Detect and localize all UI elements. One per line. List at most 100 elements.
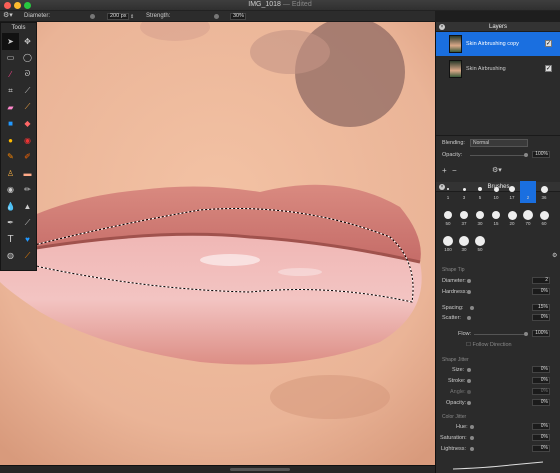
brush-tip-icon (443, 236, 453, 246)
add-layer-button[interactable]: + (442, 166, 447, 175)
hardness-field[interactable]: 0% (532, 288, 550, 295)
hue-jitter-field[interactable]: 0% (532, 423, 550, 430)
crop-icon[interactable]: ⌗ (2, 83, 19, 100)
flow-slider[interactable] (524, 332, 528, 336)
lightness-jitter-field[interactable]: 0% (532, 445, 550, 452)
saturation-jitter-field[interactable]: 0% (532, 434, 550, 441)
strength-field[interactable]: 30% (230, 13, 246, 20)
brush-tip-icon (507, 210, 517, 220)
brush-stroke-preview (452, 461, 544, 470)
horizontal-scrollbar[interactable] (0, 465, 435, 473)
shape-tip-title: Shape Tip (442, 267, 465, 273)
paint-bucket-icon[interactable]: ■ (2, 116, 19, 133)
diameter-field[interactable]: 200 px (107, 13, 129, 20)
zoom-icon[interactable]: ◍ (2, 248, 19, 265)
stroke-jitter-slider[interactable] (467, 379, 471, 383)
clone-stamp-icon[interactable]: ♙ (2, 165, 19, 182)
text-tool-icon[interactable]: T (2, 231, 19, 248)
brush-tip-icon (476, 211, 484, 219)
size-jitter-field[interactable]: 0% (532, 366, 550, 373)
angle-jitter-slider[interactable] (467, 390, 471, 394)
hardness-slider[interactable] (467, 290, 471, 294)
gradient-icon[interactable]: ◆ (19, 116, 36, 133)
angle-label: Angle: (450, 389, 466, 395)
scatter-slider[interactable] (467, 316, 471, 320)
brush-tip-icon (509, 186, 515, 192)
spacing-slider[interactable] (470, 306, 474, 310)
remove-layer-button[interactable]: − (452, 166, 457, 175)
arrange-tool-icon[interactable]: ✥ (19, 33, 36, 50)
image-canvas[interactable] (0, 22, 435, 465)
brush-size-label: 50 (477, 247, 483, 252)
layer-visibility-checkbox[interactable]: ✓ (545, 65, 552, 72)
move-tool-icon[interactable]: ➤ (2, 33, 19, 50)
brush-size-label: 2 (526, 195, 530, 200)
diameter-slider-knob[interactable] (90, 14, 95, 19)
opacity-jitter-field[interactable]: 0% (532, 399, 550, 406)
scatter-label: Scatter: (442, 315, 461, 321)
lightness-jitter-slider[interactable] (470, 447, 474, 451)
color-wheel-icon[interactable]: ◉ (19, 132, 36, 149)
brush-tip-icon (460, 211, 468, 219)
scrollbar-thumb[interactable] (230, 468, 290, 471)
layer-opacity-slider[interactable] (524, 153, 528, 157)
brush-size-label: 30 (477, 221, 483, 226)
sharpen-icon[interactable]: ✏ (19, 182, 36, 199)
strength-label: Strength: (146, 13, 171, 19)
blur-drop-icon[interactable]: 💧 (2, 198, 19, 215)
red-eye-icon[interactable]: ◉ (2, 182, 19, 199)
follow-direction-checkbox[interactable]: ☐ Follow Direction (466, 342, 512, 348)
marker-icon[interactable]: ✐ (19, 149, 36, 166)
brush-settings-gear-icon[interactable]: ⚙ (552, 252, 557, 259)
magic-wand-icon[interactable]: ⁄ (2, 66, 19, 83)
gear-icon[interactable]: ⚙▾ (3, 11, 13, 19)
color-brush-icon[interactable]: ⟋ (19, 248, 36, 265)
shape-jitter-title: Shape Jitter (442, 357, 469, 363)
brush-size-label: 36 (541, 195, 547, 200)
layer-row-copy[interactable]: Skin Airbrushing copy ✓ (436, 32, 560, 56)
blending-select[interactable]: Normal (470, 139, 528, 147)
brush-tip-icon (475, 236, 485, 246)
slice-icon[interactable]: ⟋ (19, 83, 36, 100)
stroke-jitter-field[interactable]: 0% (532, 377, 550, 384)
brush-size-label: 10 (493, 195, 499, 200)
eraser-icon[interactable]: ▰ (2, 99, 19, 116)
lasso-icon[interactable]: ᘐ (19, 66, 36, 83)
flow-label: Flow: (458, 331, 472, 337)
close-icon[interactable]: × (439, 24, 445, 30)
diameter-label: Diameter: (442, 278, 466, 284)
scatter-field[interactable]: 0% (532, 314, 550, 321)
hue-jitter-slider[interactable] (470, 425, 474, 429)
ellipse-select-icon[interactable]: ◯ (19, 50, 36, 67)
diameter-field[interactable]: 2 (532, 277, 550, 284)
brush-size-label: 37 (461, 221, 467, 226)
flow-field[interactable]: 100% (532, 330, 550, 337)
angle-jitter-field[interactable]: 0% (532, 388, 550, 395)
diameter-slider[interactable] (467, 279, 471, 283)
brush-icon[interactable]: ● (2, 132, 19, 149)
window-titlebar: IMG_1018 — Edited (0, 0, 560, 11)
eyedropper-icon[interactable]: ⟋ (19, 99, 36, 116)
strength-slider-knob[interactable] (214, 14, 219, 19)
sharpen-cone-icon[interactable]: ▲ (19, 198, 36, 215)
saturation-jitter-slider[interactable] (470, 436, 474, 440)
pen-tool-icon[interactable]: ✒ (2, 215, 19, 232)
layer-thumbnail (449, 60, 462, 78)
stepper-icon[interactable]: ⇕ (130, 14, 134, 20)
size-jitter-slider[interactable] (467, 368, 471, 372)
heart-shape-icon[interactable]: ♥ (19, 231, 36, 248)
pencil-icon[interactable]: ✎ (2, 149, 19, 166)
tools-title: Tools (11, 25, 26, 31)
diameter-label: Diameter: (24, 13, 51, 19)
opacity-jitter-slider[interactable] (467, 401, 471, 405)
layer-name: Skin Airbrushing copy (466, 41, 519, 47)
rect-select-icon[interactable]: ▭ (2, 50, 19, 67)
bandage-icon[interactable]: ▬ (19, 165, 36, 182)
layer-settings-gear-icon[interactable]: ⚙▾ (492, 166, 502, 174)
layer-opacity-field[interactable]: 100% (532, 151, 550, 158)
brush-size-label: 3 (462, 195, 466, 200)
shape-icon[interactable]: ⟋ (19, 215, 36, 232)
layer-row[interactable]: Skin Airbrushing ✓ (436, 57, 560, 81)
layer-visibility-checkbox[interactable]: ✓ (545, 40, 552, 47)
spacing-field[interactable]: 15% (532, 304, 550, 311)
